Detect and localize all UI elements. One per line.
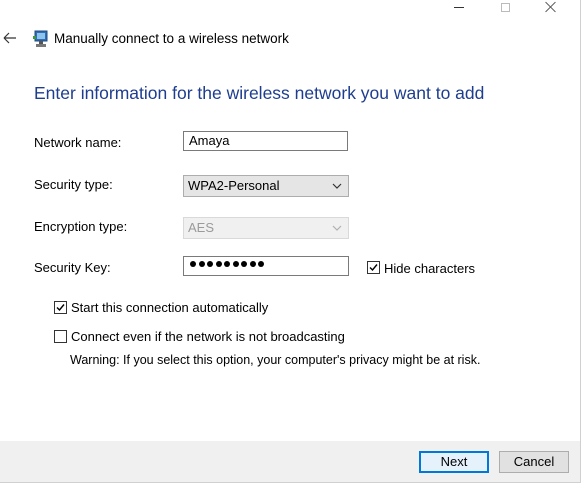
masked-key [190,261,264,267]
dialog-window: Manually connect to a wireless network E… [0,0,581,483]
mask-dot [215,261,222,267]
privacy-warning-text: Warning: If you select this option, your… [70,353,481,367]
hide-characters-checkbox[interactable] [367,261,380,274]
minimize-button[interactable] [436,0,482,14]
maximize-button [482,0,528,14]
network-name-label: Network name: [34,135,122,150]
security-type-dropdown[interactable]: WPA2-Personal [183,175,349,197]
chevron-down-icon [332,225,342,231]
mask-dot [198,261,205,267]
encryption-type-label: Encryption type: [34,219,128,234]
hide-characters-label[interactable]: Hide characters [384,261,475,276]
next-button[interactable]: Next [419,451,489,473]
security-type-label: Security type: [34,177,113,192]
network-name-input[interactable]: Amaya [183,131,348,151]
start-automatically-checkbox[interactable] [54,301,67,314]
back-arrow-icon [3,32,16,44]
checkmark-icon [56,304,65,312]
back-button[interactable] [3,30,17,46]
mask-dot [258,261,264,267]
connect-not-broadcasting-checkbox[interactable] [54,330,67,343]
connect-not-broadcasting-label[interactable]: Connect even if the network is not broad… [71,329,345,344]
chevron-down-icon [332,183,342,189]
mask-dot [249,261,256,267]
security-key-input[interactable] [183,256,349,276]
mask-dot [241,261,247,267]
window-title: Manually connect to a wireless network [54,31,289,46]
mask-dot [190,261,196,267]
checkmark-icon [369,264,378,272]
minimize-icon [454,6,464,8]
maximize-icon [500,2,510,12]
wireless-network-icon [33,30,49,48]
encryption-type-value: AES [188,220,215,235]
dialog-footer [0,441,580,482]
start-automatically-label[interactable]: Start this connection automatically [71,300,268,315]
close-icon [545,1,557,13]
mask-dot [232,261,239,267]
security-key-label: Security Key: [34,260,111,275]
security-type-value: WPA2-Personal [188,178,280,193]
cancel-button[interactable]: Cancel [499,451,569,473]
mask-dot [207,261,213,267]
page-heading: Enter information for the wireless netwo… [34,83,485,103]
encryption-type-dropdown: AES [183,217,349,239]
mask-dot [224,261,230,267]
close-button[interactable] [528,0,574,14]
